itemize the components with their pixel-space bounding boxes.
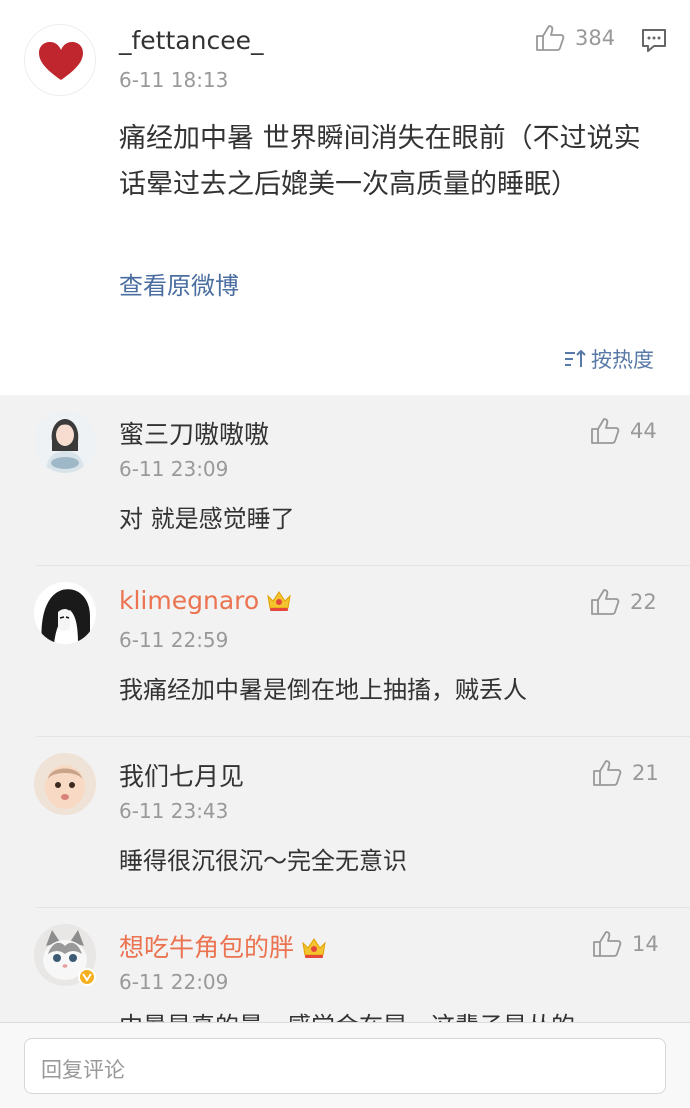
thumbs-up-icon bbox=[536, 25, 565, 51]
timestamp: 6-11 18:13 bbox=[119, 68, 229, 92]
username-row: klimegnaro bbox=[119, 586, 293, 619]
avatar-baby-icon bbox=[34, 753, 96, 815]
reply-text: 睡得很沉很沉～完全无意识 bbox=[119, 847, 407, 875]
thumbs-up-icon bbox=[593, 760, 622, 786]
sort-button[interactable]: 按热度 bbox=[563, 344, 654, 374]
like-button[interactable]: 44 bbox=[590, 417, 657, 445]
avatar[interactable] bbox=[34, 753, 96, 815]
username[interactable]: 我们七月见 bbox=[119, 757, 244, 793]
username[interactable]: 蜜三刀嗷嗷嗷 bbox=[119, 415, 269, 451]
heart-icon bbox=[25, 25, 95, 95]
avatar[interactable] bbox=[24, 24, 96, 96]
avatar[interactable] bbox=[34, 582, 96, 644]
like-count: 14 bbox=[632, 932, 659, 956]
thumbs-up-icon bbox=[591, 589, 620, 615]
sort-icon bbox=[565, 349, 586, 367]
username-row: 想吃牛角包的胖 bbox=[119, 928, 328, 966]
like-button[interactable]: 384 bbox=[535, 24, 615, 52]
reply-list[interactable]: 蜜三刀嗷嗷嗷 6-11 23:09 44 对 就是感觉睡了 klimegnaro… bbox=[0, 395, 690, 1022]
list-item: 我们七月见 6-11 23:43 21 睡得很沉很沉～完全无意识 bbox=[0, 737, 690, 907]
timestamp: 6-11 23:09 bbox=[119, 457, 229, 481]
like-button[interactable]: 21 bbox=[592, 759, 659, 787]
bottom-bar: 回复评论 bbox=[0, 1022, 690, 1108]
avatar[interactable] bbox=[34, 924, 96, 986]
like-button[interactable]: 22 bbox=[590, 588, 657, 616]
main-comment: _fettancee_ 6-11 18:13 384 痛经加中暑 世界瞬间消失在… bbox=[0, 0, 690, 395]
avatar-manga-icon bbox=[34, 582, 96, 644]
verified-badge-icon bbox=[78, 968, 96, 986]
username[interactable]: klimegnaro bbox=[119, 586, 259, 615]
list-item: klimegnaro 6-11 22:59 22 我痛经加中暑是倒在地上抽搐，贼… bbox=[0, 566, 690, 736]
comment-text: 痛经加中暑 世界瞬间消失在眼前（不过说实话晕过去之后媲美一次高质量的睡眠） bbox=[119, 123, 641, 200]
reply-text: 我痛经加中暑是倒在地上抽搐，贼丢人 bbox=[119, 676, 527, 704]
vip-crown-icon bbox=[300, 934, 328, 966]
list-item: 蜜三刀嗷嗷嗷 6-11 23:09 44 对 就是感觉睡了 bbox=[0, 395, 690, 565]
like-count: 21 bbox=[632, 761, 659, 785]
thumbs-up-icon bbox=[593, 931, 622, 957]
reply-input[interactable]: 回复评论 bbox=[24, 1038, 666, 1094]
vip-crown-icon bbox=[265, 587, 293, 619]
like-button[interactable]: 14 bbox=[592, 930, 659, 958]
timestamp: 6-11 23:43 bbox=[119, 799, 229, 823]
list-item: 想吃牛角包的胖 6-11 22:09 14 中暑是真的晕，感觉会在晃，这辈子是丛… bbox=[0, 908, 690, 1022]
thumbs-up-icon bbox=[591, 418, 620, 444]
comment-button[interactable] bbox=[640, 26, 668, 58]
avatar-girl-icon bbox=[34, 411, 96, 473]
like-count: 384 bbox=[575, 26, 616, 50]
reply-text: 对 就是感觉睡了 bbox=[119, 505, 295, 533]
timestamp: 6-11 22:09 bbox=[119, 970, 229, 994]
reply-text: 中暑是真的晕，感觉会在晃，这辈子是丛的一 bbox=[119, 1006, 599, 1022]
comment-icon bbox=[642, 29, 666, 52]
like-count: 44 bbox=[630, 419, 657, 443]
timestamp: 6-11 22:59 bbox=[119, 628, 229, 652]
like-count: 22 bbox=[630, 590, 657, 614]
avatar[interactable] bbox=[34, 411, 96, 473]
sort-label: 按热度 bbox=[591, 348, 654, 372]
username[interactable]: 想吃牛角包的胖 bbox=[119, 933, 294, 962]
username[interactable]: _fettancee_ bbox=[119, 26, 263, 55]
view-original-link[interactable]: 查看原微博 bbox=[119, 266, 239, 301]
